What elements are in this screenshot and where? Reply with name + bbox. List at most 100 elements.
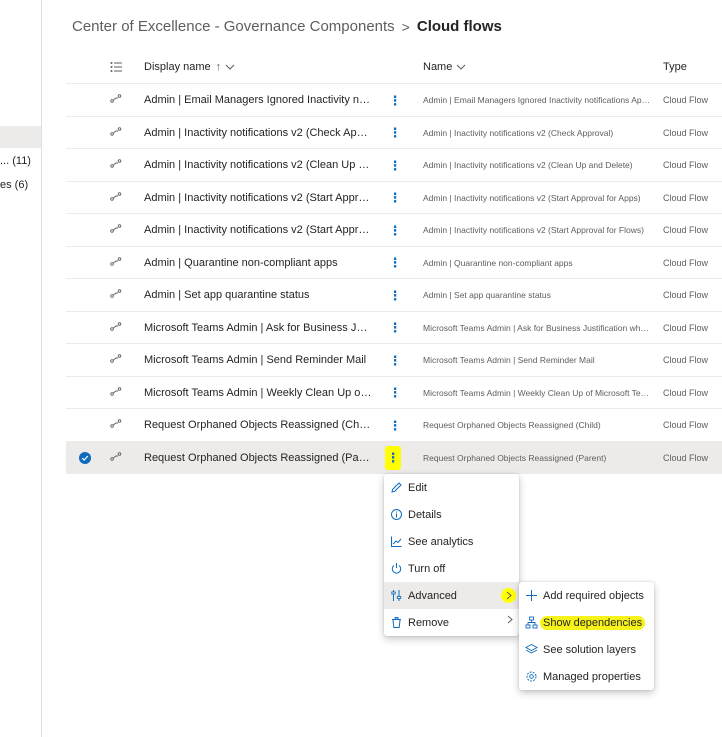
left-navigation: ... (11) es (6) xyxy=(0,0,42,737)
row-display-name[interactable]: Microsoft Teams Admin | Send Reminder Ma… xyxy=(144,354,372,366)
chevron-right-icon xyxy=(501,588,516,603)
row-name: Admin | Email Managers Ignored Inactivit… xyxy=(423,95,651,105)
menu-item-label: Remove xyxy=(408,616,449,629)
breadcrumb: Center of Excellence - Governance Compon… xyxy=(72,18,502,35)
row-type: Cloud Flow xyxy=(663,387,709,398)
table-row[interactable]: Admin | Inactivity notifications v2 (Che… xyxy=(66,117,722,149)
left-nav-selected-item[interactable] xyxy=(0,126,41,148)
table-row[interactable]: Request Orphaned Objects Reassigned (Chi… xyxy=(66,409,722,442)
row-display-name[interactable]: Request Orphaned Objects Reassigned (Par… xyxy=(144,452,372,464)
menu-item-turn-off[interactable]: Turn off xyxy=(384,555,519,582)
more-commands-icon[interactable]: ⋮ xyxy=(384,122,406,144)
cloud-flow-icon xyxy=(110,417,122,429)
menu-item-label: Add required objects xyxy=(543,589,644,602)
column-header-display-name[interactable]: Display name ↑ xyxy=(144,61,235,73)
row-display-name[interactable]: Admin | Inactivity notifications v2 (Sta… xyxy=(144,192,372,204)
table-row[interactable]: Admin | Inactivity notifications v2 (Sta… xyxy=(66,214,722,247)
menu-item-label: Show dependencies xyxy=(540,615,646,630)
left-nav-item-count[interactable]: es (6) xyxy=(0,179,28,191)
row-name: Request Orphaned Objects Reassigned (Par… xyxy=(423,452,607,463)
info-icon xyxy=(390,508,403,521)
advanced-icon xyxy=(390,589,403,602)
table-row[interactable]: Microsoft Teams Admin | Ask for Business… xyxy=(66,312,722,344)
table-row[interactable]: Admin | Email Managers Ignored Inactivit… xyxy=(66,84,722,117)
breadcrumb-parent-link[interactable]: Center of Excellence - Governance Compon… xyxy=(72,18,395,35)
column-header-name[interactable]: Name xyxy=(423,61,466,73)
row-name: Admin | Inactivity notifications v2 (Sta… xyxy=(423,225,644,235)
row-type: Cloud Flow xyxy=(663,160,709,170)
menu-item-label: Advanced xyxy=(408,589,457,602)
row-display-name[interactable]: Request Orphaned Objects Reassigned (Chi… xyxy=(144,419,372,431)
menu-item-label: Turn off xyxy=(408,562,446,575)
more-commands-icon[interactable]: ⋮ xyxy=(384,89,406,111)
column-header-display-name-label: Display name xyxy=(144,61,211,73)
cloud-flow-icon xyxy=(110,190,122,202)
breadcrumb-separator: > xyxy=(401,18,410,35)
cloud-flow-icon xyxy=(110,157,122,169)
row-display-name[interactable]: Admin | Inactivity notifications v2 (Che… xyxy=(144,127,372,139)
submenu-item-add-required-objects[interactable]: Add required objects xyxy=(519,582,654,609)
row-name: Microsoft Teams Admin | Weekly Clean Up … xyxy=(423,387,651,398)
more-commands-icon[interactable]: ⋮ xyxy=(384,154,406,176)
page-title: Cloud flows xyxy=(416,18,502,35)
menu-item-details[interactable]: Details xyxy=(384,501,519,528)
layers-icon xyxy=(525,643,538,656)
row-selected-checkmark-icon[interactable] xyxy=(79,451,91,464)
more-commands-icon[interactable]: ⋮ xyxy=(384,187,406,209)
row-display-name[interactable]: Microsoft Teams Admin | Ask for Business… xyxy=(144,322,372,334)
table-row[interactable]: Microsoft Teams Admin | Send Reminder Ma… xyxy=(66,344,722,377)
more-commands-icon[interactable]: ⋮ xyxy=(384,382,406,404)
row-name: Admin | Set app quarantine status xyxy=(423,290,551,300)
row-name: Microsoft Teams Admin | Ask for Business… xyxy=(423,322,651,333)
row-display-name[interactable]: Admin | Set app quarantine status xyxy=(144,289,372,301)
table-row[interactable]: Admin | Inactivity notifications v2 (Cle… xyxy=(66,149,722,182)
row-type: Cloud Flow xyxy=(663,127,709,138)
menu-item-advanced[interactable]: Advanced xyxy=(384,582,519,609)
sort-ascending-icon: ↑ xyxy=(215,61,222,73)
more-commands-icon[interactable]: ⋮ xyxy=(384,349,406,371)
table-row[interactable]: Admin | Inactivity notifications v2 (Sta… xyxy=(66,182,722,214)
table-row[interactable]: Admin | Quarantine non-compliant apps ⋮ Ad… xyxy=(66,247,722,279)
row-display-name[interactable]: Admin | Quarantine non-compliant apps xyxy=(144,257,372,269)
row-display-name[interactable]: Admin | Email Managers Ignored Inactivit… xyxy=(144,94,372,106)
more-commands-icon[interactable]: ⋮ xyxy=(384,284,406,306)
cloud-flow-icon xyxy=(110,450,122,462)
column-header-name-label: Name xyxy=(423,61,453,73)
row-display-name[interactable]: Admin | Inactivity notifications v2 (Sta… xyxy=(144,224,372,236)
row-name: Microsoft Teams Admin | Send Reminder Ma… xyxy=(423,355,595,365)
row-type: Cloud Flow xyxy=(663,355,709,365)
submenu-item-show-dependencies[interactable]: Show dependencies xyxy=(519,609,654,636)
more-commands-icon[interactable]: ⋮ xyxy=(385,445,401,470)
row-type: Cloud Flow xyxy=(663,290,709,300)
row-display-name[interactable]: Microsoft Teams Admin | Weekly Clean Up … xyxy=(144,387,372,399)
list-options-icon[interactable] xyxy=(110,61,122,73)
cloud-flow-icon xyxy=(110,92,122,104)
menu-item-edit[interactable]: Edit xyxy=(384,474,519,501)
table-row[interactable]: Microsoft Teams Admin | Weekly Clean Up … xyxy=(66,377,722,409)
more-commands-icon[interactable]: ⋮ xyxy=(384,317,406,339)
table-row[interactable]: Request Orphaned Objects Reassigned (Par… xyxy=(66,441,722,474)
menu-item-label: Edit xyxy=(408,481,427,494)
menu-item-see-analytics[interactable]: See analytics xyxy=(384,528,519,555)
table-row[interactable]: Admin | Set app quarantine status ⋮ Admin … xyxy=(66,279,722,312)
column-header-type[interactable]: Type xyxy=(663,61,687,73)
hierarchy-icon xyxy=(525,616,538,629)
submenu-item-see-solution-layers[interactable]: See solution layers xyxy=(519,636,654,663)
submenu-item-managed-properties[interactable]: Managed properties xyxy=(519,663,654,690)
menu-item-label: See analytics xyxy=(408,535,474,548)
row-name: Admin | Quarantine non-compliant apps xyxy=(423,257,573,268)
more-commands-icon[interactable]: ⋮ xyxy=(384,252,406,274)
chevron-down-icon xyxy=(456,62,466,73)
column-header-type-label: Type xyxy=(663,61,687,73)
more-commands-icon[interactable]: ⋮ xyxy=(384,219,406,241)
chevron-down-icon xyxy=(225,62,235,73)
row-type: Cloud Flow xyxy=(663,322,709,333)
left-nav-item-count[interactable]: ... (11) xyxy=(0,155,31,167)
row-name: Admin | Inactivity notifications v2 (Sta… xyxy=(423,192,641,203)
menu-item-remove[interactable]: Remove xyxy=(384,609,519,636)
row-type: Cloud Flow xyxy=(663,192,709,203)
row-display-name[interactable]: Admin | Inactivity notifications v2 (Cle… xyxy=(144,159,372,171)
row-type: Cloud Flow xyxy=(663,452,709,463)
more-commands-icon[interactable]: ⋮ xyxy=(384,414,406,436)
menu-item-label: Details xyxy=(408,508,442,521)
